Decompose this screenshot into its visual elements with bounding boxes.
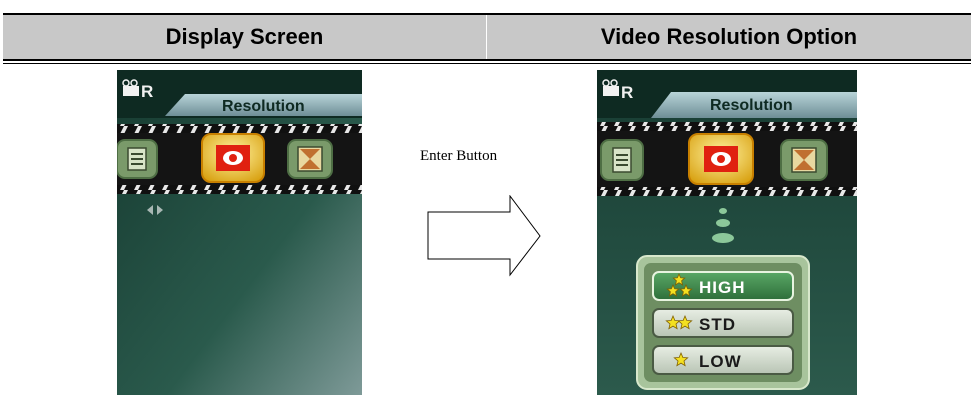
mode-letter: R	[141, 82, 153, 101]
header-video-resolution-option: Video Resolution Option	[600, 24, 858, 49]
header-rule-lower	[3, 63, 971, 64]
resolution-option-std[interactable]: STD	[652, 308, 794, 338]
enter-button-label: Enter Button	[420, 148, 498, 164]
right-arrow-icon	[427, 195, 541, 277]
record-icon[interactable]	[688, 133, 754, 185]
list-icon[interactable]	[117, 139, 158, 179]
video-resolution-option-image: R Resolution HIGH STD LOW	[597, 70, 857, 395]
tab-title: Resolution	[710, 97, 793, 114]
hourglass-icon[interactable]	[780, 139, 828, 181]
resolution-option-label: STD	[699, 315, 736, 334]
resolution-option-label: LOW	[699, 352, 742, 371]
tab-title: Resolution	[222, 98, 305, 115]
display-screen-image: R Resolution	[117, 70, 362, 395]
record-icon[interactable]	[201, 133, 265, 183]
list-icon[interactable]	[600, 139, 644, 181]
mode-letter: R	[621, 83, 633, 102]
resolution-option-label: HIGH	[699, 278, 746, 297]
resolution-option-low[interactable]: LOW	[652, 345, 794, 375]
resolution-option-high[interactable]: HIGH	[652, 271, 794, 301]
hourglass-icon[interactable]	[287, 139, 333, 179]
header-display-screen: Display Screen	[165, 24, 324, 49]
header-rule-upper	[3, 59, 971, 61]
